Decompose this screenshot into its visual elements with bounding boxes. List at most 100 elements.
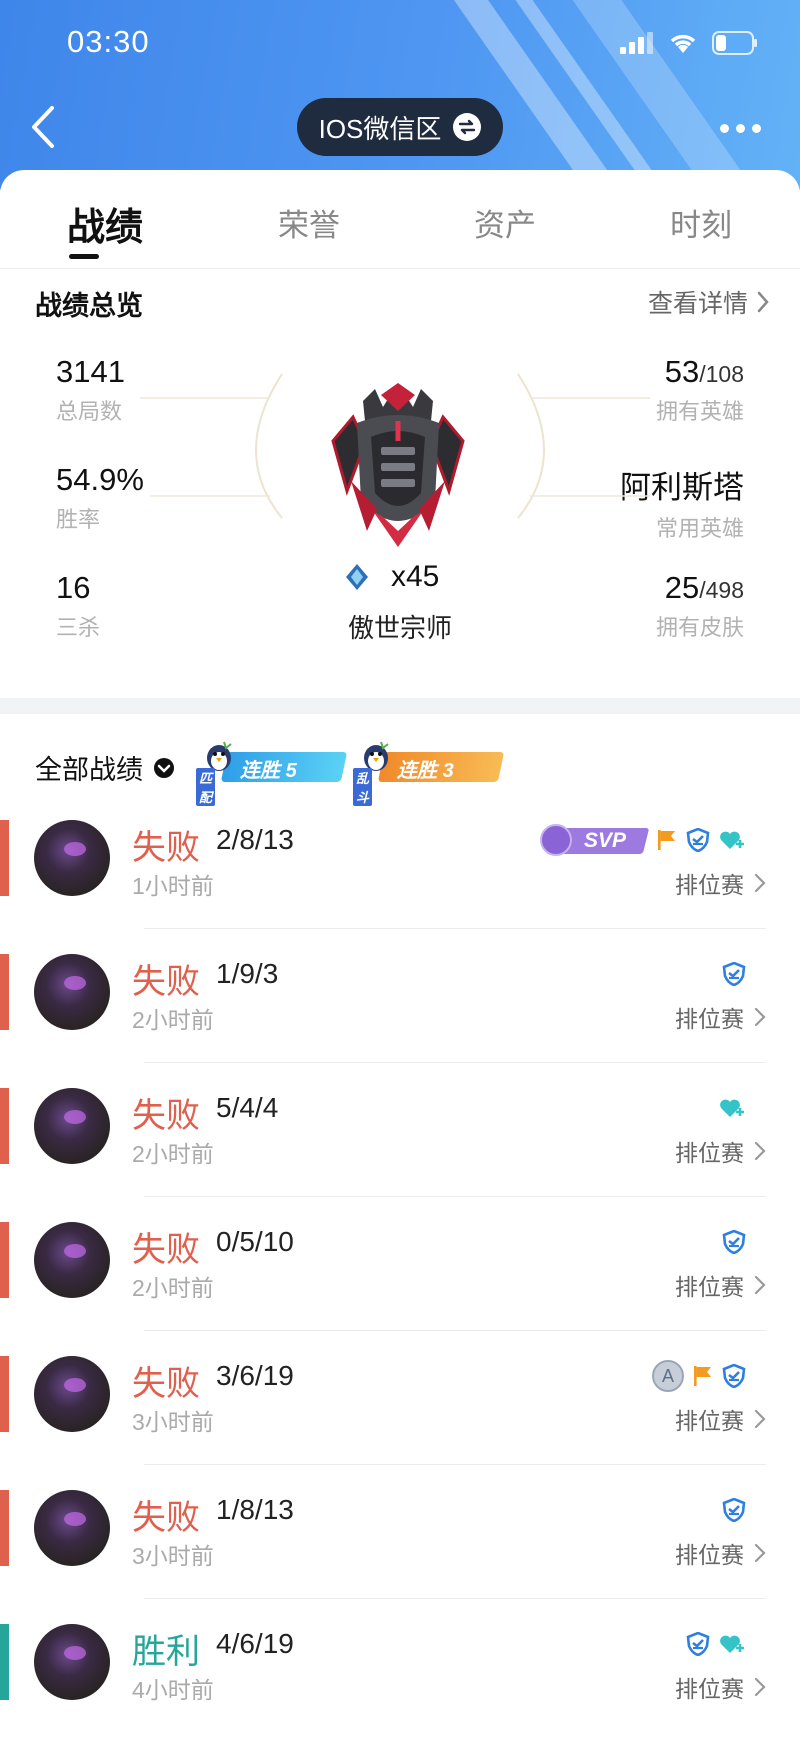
match-time: 3小时前 bbox=[132, 1409, 214, 1435]
result-indicator bbox=[0, 1088, 9, 1164]
hero-avatar bbox=[34, 1624, 110, 1700]
match-kda: 0/5/10 bbox=[216, 1226, 294, 1257]
hero-avatar bbox=[34, 1222, 110, 1298]
streak-count: 5 bbox=[285, 760, 297, 782]
streak-label: 连胜 bbox=[240, 760, 280, 782]
heart-plus-icon bbox=[720, 1099, 744, 1117]
match-row[interactable]: 失败 0/5/10 2小时前 排位赛 bbox=[0, 1222, 800, 1356]
match-kda: 2/8/13 bbox=[216, 824, 294, 855]
row-divider bbox=[144, 928, 766, 929]
match-row[interactable]: 胜利 4/6/19 4小时前 排位赛 bbox=[0, 1624, 800, 1758]
match-mode-label: 排位赛 bbox=[675, 1542, 744, 1568]
match-mode: 排位赛 bbox=[675, 1268, 766, 1302]
content-card: 战绩 荣誉 资产 时刻 战绩总览 查看详情 3141 总局数 54.9% 胜率 … bbox=[0, 170, 800, 1731]
heart-plus-icon bbox=[720, 1635, 744, 1653]
records-title: 全部战绩 bbox=[35, 755, 143, 785]
flag-icon bbox=[694, 1366, 711, 1386]
chevron-left-icon bbox=[32, 106, 54, 148]
battery-icon bbox=[712, 31, 757, 55]
chevron-right-icon bbox=[754, 1141, 766, 1161]
match-badges bbox=[722, 1226, 746, 1258]
match-result: 失败 bbox=[132, 1231, 200, 1269]
svp-text: SVP bbox=[584, 829, 627, 852]
rank-emblem-icon bbox=[331, 383, 465, 547]
match-result: 失败 bbox=[132, 963, 200, 1001]
shield-icon bbox=[722, 1498, 746, 1522]
match-kda: 5/4/4 bbox=[216, 1092, 279, 1123]
match-badges bbox=[722, 958, 746, 990]
back-button[interactable] bbox=[28, 104, 62, 150]
row-divider bbox=[144, 1464, 766, 1465]
records-filter[interactable]: 全部战绩 bbox=[35, 748, 175, 787]
match-kda: 1/9/3 bbox=[216, 958, 279, 989]
signal-icon bbox=[620, 32, 653, 54]
match-time: 2小时前 bbox=[132, 1007, 214, 1033]
match-mode: 排位赛 bbox=[675, 1000, 766, 1034]
match-mode-label: 排位赛 bbox=[675, 1006, 744, 1032]
match-kda: 1/8/13 bbox=[216, 1494, 294, 1525]
match-row[interactable]: 失败 5/4/4 2小时前 排位赛 bbox=[0, 1088, 800, 1222]
match-row[interactable]: 失败 1/9/3 2小时前 排位赛 bbox=[0, 954, 800, 1088]
match-row[interactable]: 失败 3/6/19 3小时前 A 排位赛 bbox=[0, 1356, 800, 1490]
match-time: 2小时前 bbox=[132, 1275, 214, 1301]
match-mode: 排位赛 bbox=[675, 1402, 766, 1436]
shield-icon bbox=[722, 962, 746, 986]
result-indicator bbox=[0, 1624, 9, 1700]
chevron-right-icon bbox=[754, 1275, 766, 1295]
chevron-right-icon bbox=[754, 1543, 766, 1563]
match-badges: A bbox=[652, 1360, 746, 1392]
more-options-button[interactable] bbox=[720, 120, 764, 136]
region-switch-button[interactable]: IOS微信区 bbox=[297, 98, 503, 156]
status-icons bbox=[620, 30, 758, 56]
row-divider bbox=[144, 1598, 766, 1599]
match-time: 1小时前 bbox=[132, 873, 214, 899]
match-mode: 排位赛 bbox=[675, 1670, 766, 1704]
result-indicator bbox=[0, 820, 9, 896]
match-mode-label: 排位赛 bbox=[675, 1408, 744, 1434]
shield-icon bbox=[722, 1364, 746, 1388]
match-badges bbox=[718, 1092, 746, 1124]
match-mode: 排位赛 bbox=[675, 1134, 766, 1168]
chevron-right-icon bbox=[754, 1677, 766, 1697]
streak-text: 连胜 5 bbox=[240, 754, 297, 783]
chevron-right-icon bbox=[754, 1409, 766, 1429]
match-time: 4小时前 bbox=[132, 1677, 214, 1703]
streak-mode: 匹配 bbox=[196, 768, 216, 806]
hero-avatar bbox=[34, 820, 110, 896]
region-label: IOS微信区 bbox=[318, 113, 442, 144]
streak-count: 3 bbox=[442, 760, 454, 782]
match-result: 失败 bbox=[132, 1365, 200, 1403]
match-kda: 3/6/19 bbox=[216, 1360, 294, 1391]
hero-avatar bbox=[34, 1088, 110, 1164]
row-divider bbox=[144, 1196, 766, 1197]
match-result: 失败 bbox=[132, 829, 200, 867]
match-row[interactable]: 失败 1/8/13 3小时前 排位赛 bbox=[0, 1490, 800, 1624]
match-mode-label: 排位赛 bbox=[675, 1676, 744, 1702]
match-row[interactable]: 失败 2/8/13 1小时前 SVP 排位赛 bbox=[0, 820, 800, 954]
swap-icon bbox=[453, 113, 482, 141]
match-result: 失败 bbox=[132, 1097, 200, 1135]
row-divider bbox=[144, 1330, 766, 1331]
chevron-right-icon bbox=[754, 1007, 766, 1027]
result-indicator bbox=[0, 1222, 9, 1298]
more-dot-icon bbox=[736, 123, 745, 133]
match-kda: 4/6/19 bbox=[216, 1628, 294, 1659]
match-result: 胜利 bbox=[132, 1633, 200, 1671]
shield-icon bbox=[686, 828, 710, 852]
match-result: 失败 bbox=[132, 1499, 200, 1537]
star-gem-icon bbox=[346, 564, 368, 590]
streak-text: 连胜 3 bbox=[397, 754, 454, 783]
chevron-right-icon bbox=[754, 873, 766, 893]
rank-name: 傲世宗师 bbox=[347, 613, 452, 643]
match-mode-label: 排位赛 bbox=[675, 872, 744, 898]
shield-icon bbox=[686, 1632, 710, 1656]
more-dot-icon bbox=[752, 123, 761, 133]
wifi-icon bbox=[670, 34, 696, 53]
rank-star-count: x45 bbox=[391, 560, 440, 593]
hero-avatar bbox=[34, 954, 110, 1030]
hero-avatar bbox=[34, 1356, 110, 1432]
status-time: 03:30 bbox=[67, 24, 150, 59]
result-indicator bbox=[0, 954, 9, 1030]
rank-stars: x45 bbox=[345, 560, 439, 594]
result-indicator bbox=[0, 1490, 9, 1566]
